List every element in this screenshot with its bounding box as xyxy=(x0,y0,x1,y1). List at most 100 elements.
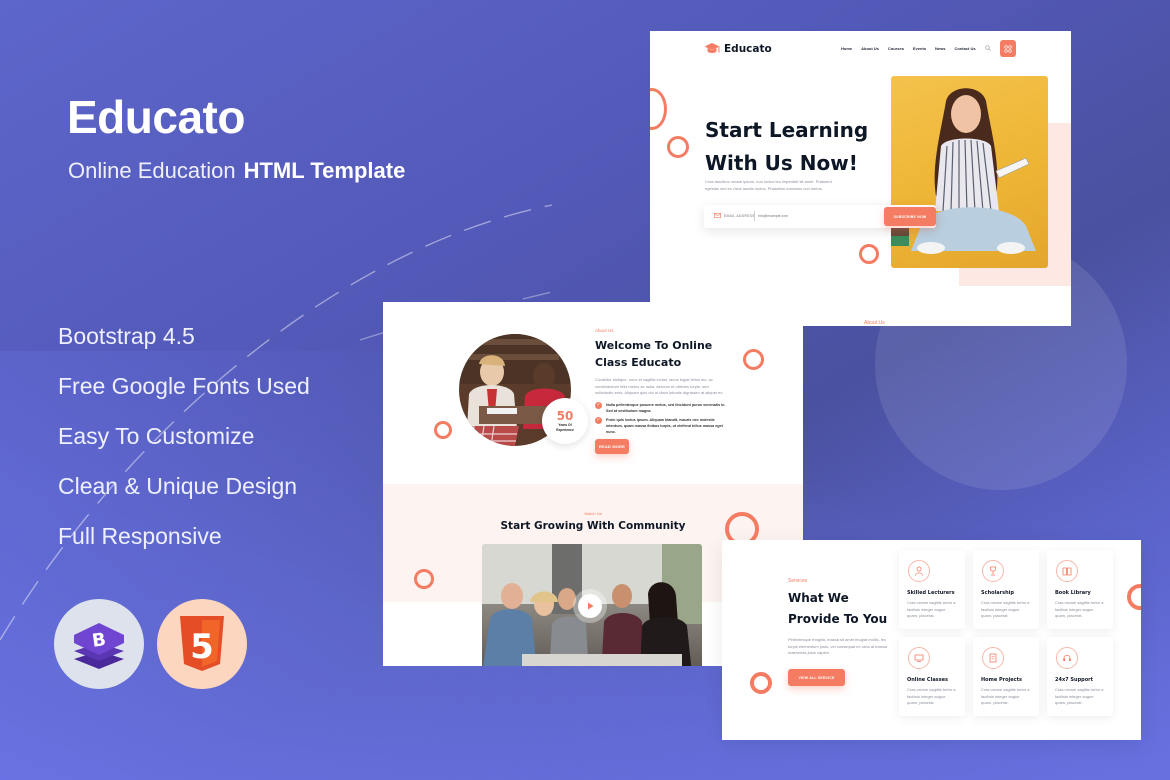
services-description: Pellentesque fringilla, massa sit amet f… xyxy=(788,637,887,655)
decorative-ring xyxy=(750,672,772,694)
checklist-item: ✓ Proin quis lectus ipsum. Aliquam bland… xyxy=(595,417,730,435)
feature-item: Full Responsive xyxy=(58,523,222,549)
service-title: Home Projects xyxy=(981,677,1022,683)
book-icon xyxy=(1056,560,1078,582)
experience-label-line: Experience xyxy=(556,427,574,432)
main-nav: Home About Us Courses Events News Contac… xyxy=(841,46,976,51)
service-card[interactable]: Home Projects Cras ornare sagittis torto… xyxy=(973,637,1039,716)
hero-description: Cras faucibus ornare ipsum, non luctus l… xyxy=(705,179,865,192)
about-title-line: Class Educato xyxy=(595,356,682,369)
online-class-icon xyxy=(908,647,930,669)
decorative-ring xyxy=(743,349,764,370)
experience-number: 50 xyxy=(556,409,574,423)
experience-label-line: Years Of xyxy=(558,423,572,427)
service-card[interactable]: Scholarship Cras ornare sagittis tortor … xyxy=(973,550,1039,629)
services-title-line: What We xyxy=(788,591,849,605)
html5-badge: 5 xyxy=(157,599,247,689)
lecturer-icon xyxy=(908,560,930,582)
experience-badge: 50 Years Of Experience xyxy=(542,398,588,444)
hero-student-photo xyxy=(891,76,1048,268)
play-button[interactable] xyxy=(578,594,602,618)
service-card[interactable]: Skilled Lecturers Cras ornare sagittis t… xyxy=(899,550,965,629)
service-card[interactable]: 24x7 Support Cras ornare sagittis tortor… xyxy=(1047,637,1113,716)
brand-subtitle: Online Education HTML Template xyxy=(68,158,405,184)
search-icon[interactable] xyxy=(985,45,991,51)
decorative-ring xyxy=(1127,584,1141,610)
nav-about[interactable]: About Us xyxy=(861,46,879,51)
experience-label: Years Of Experience xyxy=(556,423,574,432)
support-icon xyxy=(1056,647,1078,669)
nav-events[interactable]: Events xyxy=(913,46,926,51)
hero-description-line: egestas sed eu risus iaculis luctus. Pha… xyxy=(705,185,823,191)
feature-item: Easy To Customize xyxy=(58,423,255,449)
services-grid: Skilled Lecturers Cras ornare sagittis t… xyxy=(899,550,1113,716)
service-title: Book Library xyxy=(1055,590,1091,596)
community-eyebrow: Watch Us xyxy=(584,511,602,516)
subtitle-light: Online Education xyxy=(68,158,236,183)
field-divider xyxy=(754,211,755,221)
feature-item: Clean & Unique Design xyxy=(58,473,298,499)
menu-grid-button[interactable] xyxy=(1000,40,1016,57)
community-video[interactable] xyxy=(482,544,702,666)
graduation-cap-icon xyxy=(704,43,720,53)
play-icon xyxy=(587,602,593,610)
read-more-button[interactable]: READ MORE xyxy=(595,439,629,454)
about-title: Welcome To Online Class Educato xyxy=(595,337,712,371)
service-card[interactable]: Online Classes Cras ornare sagittis tort… xyxy=(899,637,965,716)
services-preview: Services What We Provide To You Pellente… xyxy=(722,540,1141,740)
about-section-peek: About Us xyxy=(864,320,885,326)
checklist-text: Proin quis lectus ipsum. Aliquam blandit… xyxy=(606,418,723,434)
student-illustration xyxy=(891,88,1036,254)
check-icon: ✓ xyxy=(595,402,602,409)
service-title: Online Classes xyxy=(907,677,949,683)
checklist-text: Nulla pellentesque posuere metus, sed ti… xyxy=(606,403,726,413)
hero-title: Start Learning With Us Now! xyxy=(705,114,868,180)
html5-glyph: 5 xyxy=(190,627,214,667)
feature-item: Bootstrap 4.5 xyxy=(58,323,195,349)
hero-preview: Educato Home About Us Courses Events New… xyxy=(650,31,1071,326)
trophy-icon xyxy=(982,560,1004,582)
mail-icon xyxy=(714,213,721,218)
decorative-ring xyxy=(667,136,689,158)
decorative-ring xyxy=(650,88,667,130)
service-text: Cras ornare sagittis tortor a facilisis … xyxy=(1055,687,1104,705)
logo[interactable]: Educato xyxy=(704,42,772,56)
nav-courses[interactable]: Courses xyxy=(888,46,904,51)
decorative-ring xyxy=(434,421,452,439)
feature-item: Free Google Fonts Used xyxy=(58,373,310,399)
service-text: Cras ornare sagittis tortor a facilisis … xyxy=(907,687,956,705)
subtitle-bold: HTML Template xyxy=(243,158,406,183)
check-icon: ✓ xyxy=(595,417,602,424)
services-title: What We Provide To You xyxy=(788,588,887,630)
feature-list: Bootstrap 4.5 Free Google Fonts Used Eas… xyxy=(58,320,310,570)
about-eyebrow: About Us xyxy=(595,328,614,333)
hero-title-line: Start Learning xyxy=(705,118,869,142)
service-title: Skilled Lecturers xyxy=(907,590,955,596)
community-title: Start Growing With Community xyxy=(500,520,686,532)
service-text: Cras ornare sagittis tortor a facilisis … xyxy=(907,600,956,618)
checklist-item: ✓ Nulla pellentesque posuere metus, sed … xyxy=(595,402,730,414)
subscribe-button[interactable]: SUBSCRIBE NOW xyxy=(884,207,936,226)
nav-home[interactable]: Home xyxy=(841,46,852,51)
service-title: Scholarship xyxy=(981,590,1014,596)
services-title-line: Provide To You xyxy=(788,612,888,626)
decorative-ring xyxy=(859,244,879,264)
html5-icon: 5 xyxy=(180,616,224,671)
bootstrap-glyph: B xyxy=(91,629,108,652)
about-title-line: Welcome To Online xyxy=(595,339,713,352)
nav-contact[interactable]: Contact Us xyxy=(955,46,976,51)
subscribe-form: EMAIL ADDRESS SUBSCRIBE NOW xyxy=(704,205,936,228)
bootstrap-badge: B xyxy=(54,599,144,689)
service-card[interactable]: Book Library Cras ornare sagittis tortor… xyxy=(1047,550,1113,629)
email-label: EMAIL ADDRESS xyxy=(724,214,755,218)
service-text: Cras ornare sagittis tortor a facilisis … xyxy=(981,687,1030,705)
about-description: Curabitur tristique, nunc et sagittis lu… xyxy=(595,377,724,395)
service-text: Cras ornare sagittis tortor a facilisis … xyxy=(1055,600,1104,618)
service-title: 24x7 Support xyxy=(1055,677,1094,683)
nav-news[interactable]: News xyxy=(935,46,945,51)
logo-text: Educato xyxy=(724,43,772,55)
view-all-services-button[interactable]: VIEW ALL SERVICE xyxy=(788,669,845,686)
bootstrap-icon: B xyxy=(74,623,124,669)
grid-icon xyxy=(1004,44,1012,53)
email-input[interactable] xyxy=(758,211,878,221)
